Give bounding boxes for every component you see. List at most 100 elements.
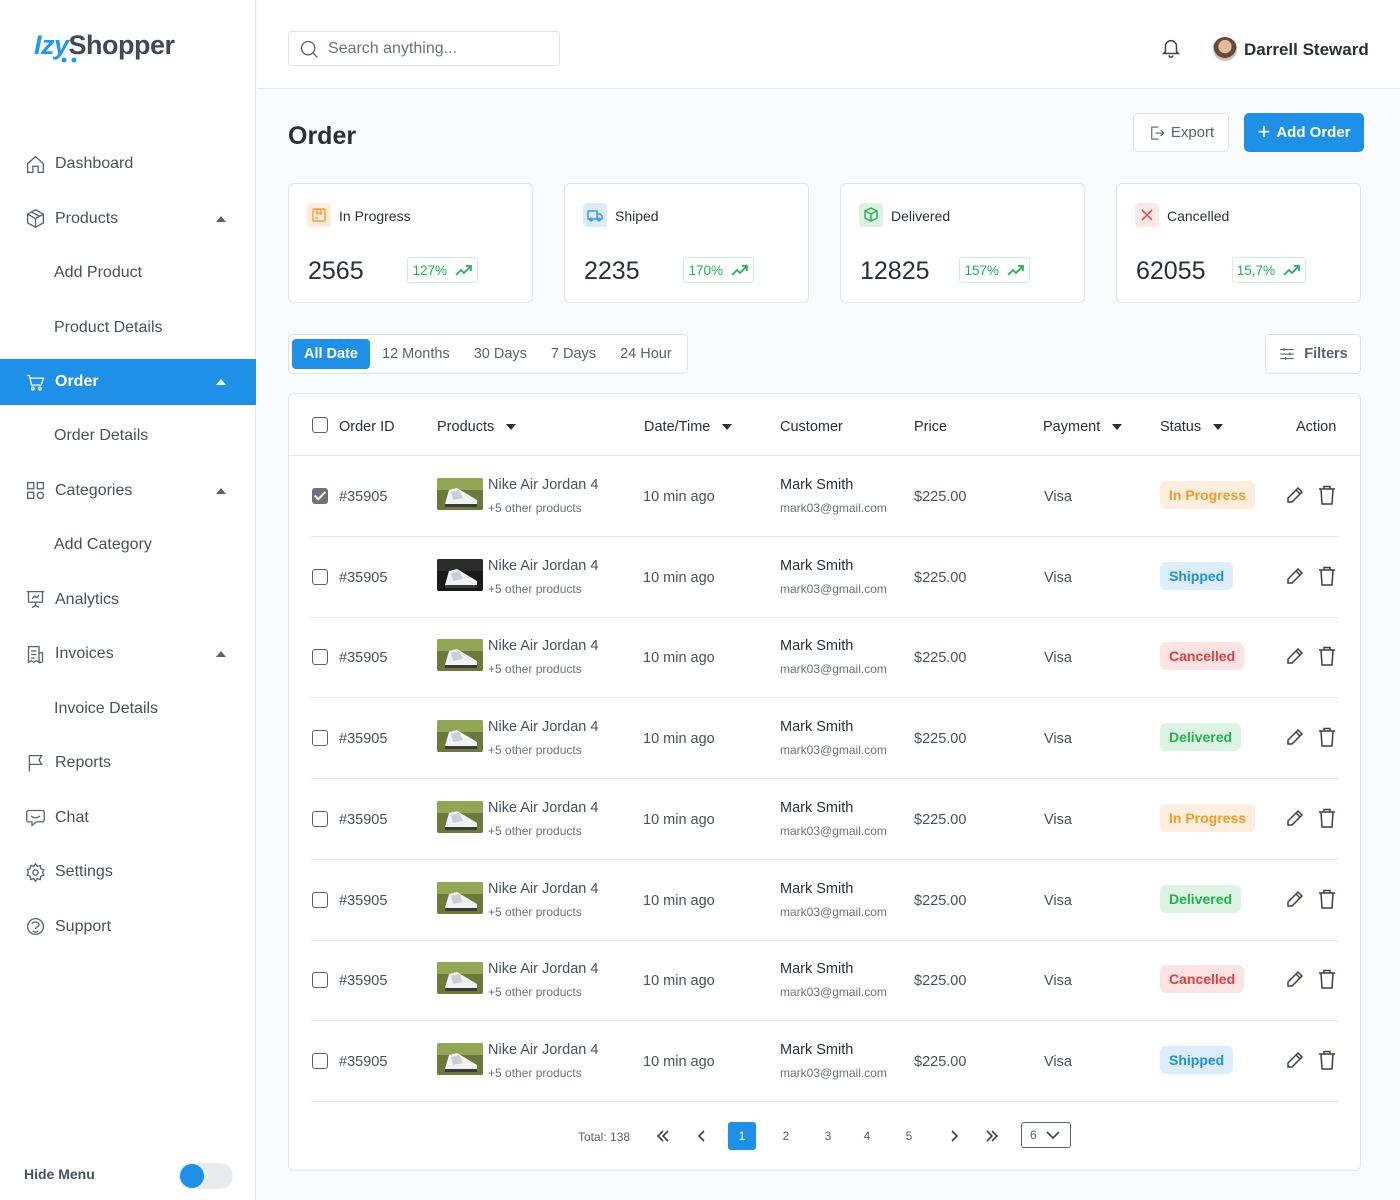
order-id[interactable]: #35905 <box>339 1054 387 1070</box>
bell-icon[interactable] <box>1160 37 1182 59</box>
sidebar-item-categories[interactable]: Categories <box>0 464 256 519</box>
product-name[interactable]: Nike Air Jordan 4 <box>488 800 598 816</box>
chevron-down-icon <box>1046 1131 1060 1140</box>
edit-icon[interactable] <box>1285 485 1305 505</box>
edit-icon[interactable] <box>1285 808 1305 828</box>
sidebar-item-chat[interactable]: Chat <box>0 791 256 846</box>
sidebar-item-add-category[interactable]: Add Category <box>0 518 256 573</box>
caret-up-icon[interactable] <box>216 379 226 385</box>
table-row[interactable]: #35905 Nike Air Jordan 4 +5 other products… <box>311 617 1339 699</box>
order-id[interactable]: #35905 <box>339 489 387 505</box>
sidebar-item-add-product[interactable]: Add Product <box>0 246 256 301</box>
order-id[interactable]: #35905 <box>339 812 387 828</box>
sidebar-item-order-details[interactable]: Order Details <box>0 409 256 464</box>
row-checkbox[interactable] <box>312 891 328 908</box>
filters-button[interactable]: Filters <box>1265 334 1361 374</box>
product-name[interactable]: Nike Air Jordan 4 <box>488 881 598 897</box>
per-page-select[interactable]: 6 <box>1021 1122 1071 1148</box>
select-all-checkbox[interactable] <box>312 417 328 433</box>
date-option-7-days[interactable]: 7 Days <box>539 339 608 369</box>
row-checkbox[interactable] <box>312 972 328 989</box>
sidebar-item-reports[interactable]: Reports <box>0 736 256 791</box>
column-status[interactable]: Status <box>1160 419 1224 435</box>
order-id[interactable]: #35905 <box>339 893 387 909</box>
column-date-time[interactable]: Date/Time <box>644 419 733 435</box>
trash-icon[interactable] <box>1317 645 1337 667</box>
add-order-button[interactable]: + Add Order <box>1244 113 1364 152</box>
date-option-24-hour[interactable]: 24 Hour <box>608 339 684 369</box>
product-name[interactable]: Nike Air Jordan 4 <box>488 638 598 654</box>
brand-logo[interactable]: Izy Shopper <box>34 30 175 63</box>
caret-up-icon[interactable] <box>216 215 226 222</box>
search-box[interactable] <box>288 31 560 66</box>
column-payment[interactable]: Payment <box>1043 419 1123 435</box>
trash-icon[interactable] <box>1317 484 1337 506</box>
table-row[interactable]: #35905 Nike Air Jordan 4 +5 other products… <box>311 860 1339 941</box>
row-checkbox[interactable] <box>312 568 328 585</box>
table-row[interactable]: #35905 Nike Air Jordan 4 +5 other products… <box>311 940 1339 1022</box>
row-checkbox[interactable] <box>312 649 328 666</box>
sidebar-item-dashboard[interactable]: Dashboard <box>0 137 256 192</box>
hide-menu-toggle[interactable] <box>179 1163 233 1189</box>
row-checkbox[interactable] <box>312 1052 328 1069</box>
last-page-button[interactable] <box>978 1122 1006 1150</box>
order-id[interactable]: #35905 <box>339 650 387 666</box>
page-button[interactable]: 1 <box>728 1122 756 1150</box>
trash-icon[interactable] <box>1317 1049 1337 1071</box>
date-option-12-months[interactable]: 12 Months <box>370 339 462 369</box>
row-checkbox[interactable] <box>312 810 328 827</box>
prev-page-button[interactable] <box>688 1122 716 1150</box>
table-row[interactable]: #35905 Nike Air Jordan 4 +5 other products… <box>311 779 1339 860</box>
sidebar-item-support[interactable]: Support <box>0 900 256 955</box>
column-products[interactable]: Products <box>437 419 517 435</box>
avatar[interactable] <box>1213 37 1237 61</box>
next-page-button[interactable] <box>940 1122 968 1150</box>
product-name[interactable]: Nike Air Jordan 4 <box>488 558 598 574</box>
sidebar-item-order[interactable]: Order <box>0 359 256 405</box>
sidebar-item-product-details[interactable]: Product Details <box>0 301 256 356</box>
first-page-button[interactable] <box>649 1122 677 1150</box>
page-button[interactable]: 5 <box>895 1122 923 1150</box>
caret-up-icon[interactable] <box>216 487 226 494</box>
edit-icon[interactable] <box>1285 646 1305 666</box>
edit-icon[interactable] <box>1285 727 1305 747</box>
user-name[interactable]: Darrell Steward <box>1244 40 1369 60</box>
edit-icon[interactable] <box>1285 969 1305 989</box>
cube-icon <box>24 208 46 230</box>
order-id[interactable]: #35905 <box>339 731 387 747</box>
search-input[interactable] <box>328 39 548 58</box>
sidebar-item-products[interactable]: Products <box>0 192 256 247</box>
date-option-all[interactable]: All Date <box>292 339 370 369</box>
product-name[interactable]: Nike Air Jordan 4 <box>488 1042 598 1058</box>
table-row[interactable]: #35905 Nike Air Jordan 4 +5 other products… <box>311 456 1339 537</box>
export-button[interactable]: Export <box>1133 113 1229 152</box>
order-id[interactable]: #35905 <box>339 570 387 586</box>
sidebar-item-analytics[interactable]: Analytics <box>0 573 256 628</box>
page-button[interactable]: 4 <box>853 1122 881 1150</box>
caret-up-icon[interactable] <box>216 651 226 658</box>
page-button[interactable]: 3 <box>814 1122 842 1150</box>
table-row[interactable]: #35905 Nike Air Jordan 4 +5 other products… <box>311 1021 1339 1102</box>
trash-icon[interactable] <box>1317 565 1337 587</box>
table-row[interactable]: #35905 Nike Air Jordan 4 +5 other products… <box>311 698 1339 780</box>
edit-icon[interactable] <box>1285 889 1305 909</box>
trash-icon[interactable] <box>1317 807 1337 829</box>
product-name[interactable]: Nike Air Jordan 4 <box>488 719 598 735</box>
page-button[interactable]: 2 <box>772 1122 800 1150</box>
product-name[interactable]: Nike Air Jordan 4 <box>488 961 598 977</box>
date-option-30-days[interactable]: 30 Days <box>462 339 539 369</box>
row-checkbox[interactable] <box>312 730 328 747</box>
row-checkbox[interactable] <box>312 488 328 504</box>
sidebar-item-settings[interactable]: Settings <box>0 845 256 900</box>
product-name[interactable]: Nike Air Jordan 4 <box>488 477 598 493</box>
table-row[interactable]: #35905 Nike Air Jordan 4 +5 other products… <box>311 537 1339 618</box>
order-id[interactable]: #35905 <box>339 973 387 989</box>
edit-icon[interactable] <box>1285 1050 1305 1070</box>
edit-icon[interactable] <box>1285 566 1305 586</box>
sidebar-item-invoices[interactable]: Invoices <box>0 627 256 682</box>
product-more: +5 other products <box>488 743 582 758</box>
sidebar-item-invoice-details[interactable]: Invoice Details <box>0 682 256 737</box>
trash-icon[interactable] <box>1317 888 1337 910</box>
trash-icon[interactable] <box>1317 968 1337 990</box>
trash-icon[interactable] <box>1317 726 1337 748</box>
